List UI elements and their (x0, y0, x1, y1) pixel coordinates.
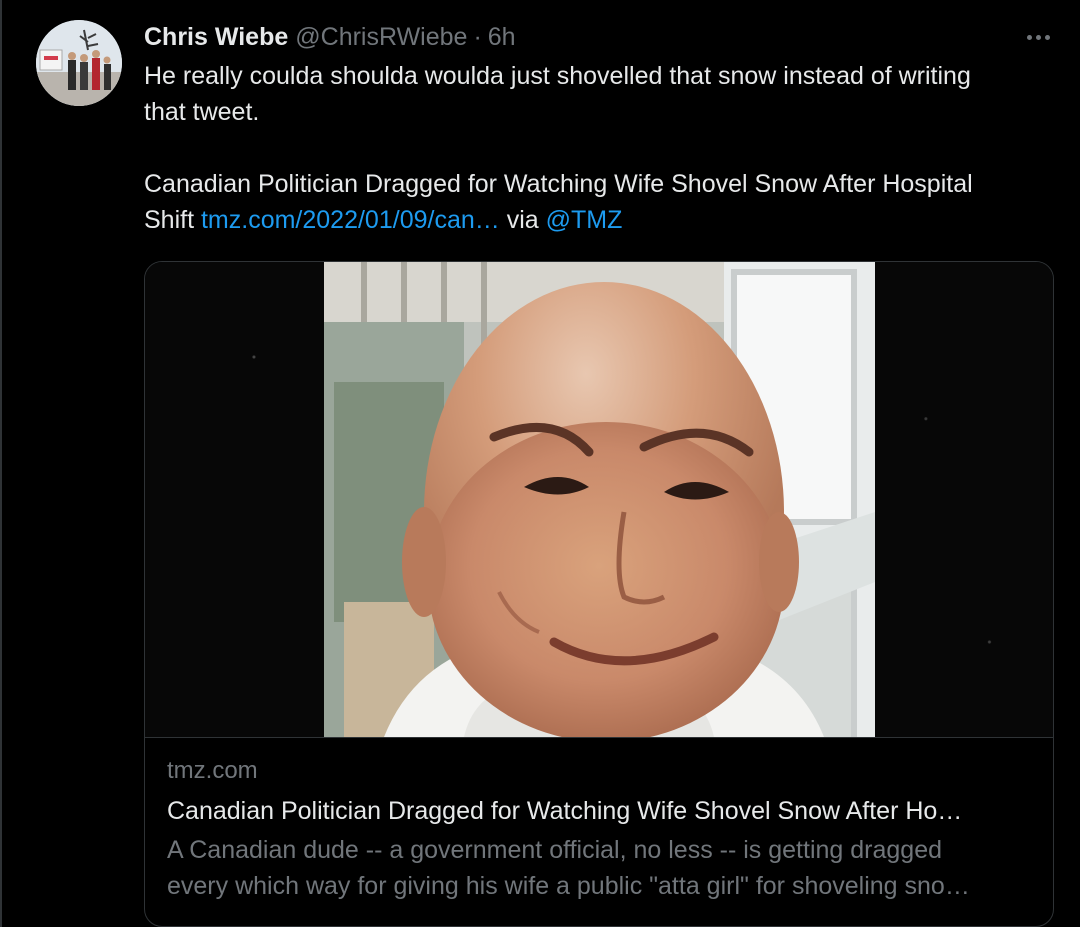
tweet-text-line: He really coulda shoulda woulda just sho… (144, 62, 971, 90)
mention-link[interactable]: @TMZ (546, 206, 623, 234)
more-horizontal-icon-dot (1044, 34, 1050, 40)
tweet[interactable]: Chris Wiebe @ChrisRWiebe · 6h He really … (0, 0, 1080, 927)
timeline-divider (0, 0, 2, 927)
card-description-line: A Canadian dude -- a government official… (167, 836, 942, 864)
card-title: Canadian Politician Dragged for Watching… (167, 797, 963, 825)
card-body: tmz.com Canadian Politician Dragged for … (167, 754, 1033, 904)
tweet-headline-line-2: Shift tmz.com/2022/01/09/can… via @TMZ (144, 202, 1054, 238)
avatar[interactable] (36, 20, 122, 106)
card-photo (324, 262, 875, 737)
author-handle[interactable]: @ChrisRWiebe (295, 23, 467, 52)
card-description-line: every which way for giving his wife a pu… (167, 872, 970, 900)
tweet-headline-line: Canadian Politician Dragged for Watching… (144, 170, 973, 198)
card-domain: tmz.com (167, 757, 258, 784)
more-horizontal-icon-dot (1035, 34, 1041, 40)
card-image[interactable] (145, 262, 1053, 738)
article-link[interactable]: tmz.com/2022/01/09/can… (201, 206, 500, 234)
tweet-text-line: that tweet. (144, 98, 260, 126)
tweet-header: Chris Wiebe @ChrisRWiebe · 6h (144, 20, 516, 54)
card-description: A Canadian dude -- a government official… (167, 832, 1033, 904)
via-text: via (499, 206, 546, 234)
more-button[interactable] (1020, 22, 1056, 52)
tweet-text: He really coulda shoulda woulda just sho… (144, 58, 1054, 238)
link-preview-card[interactable]: tmz.com Canadian Politician Dragged for … (144, 261, 1054, 927)
more-horizontal-icon (1026, 34, 1032, 40)
author-display-name[interactable]: Chris Wiebe (144, 23, 288, 52)
separator-dot: · (473, 22, 482, 51)
headline-prefix: Shift (144, 206, 201, 234)
timestamp[interactable]: 6h (488, 23, 516, 52)
